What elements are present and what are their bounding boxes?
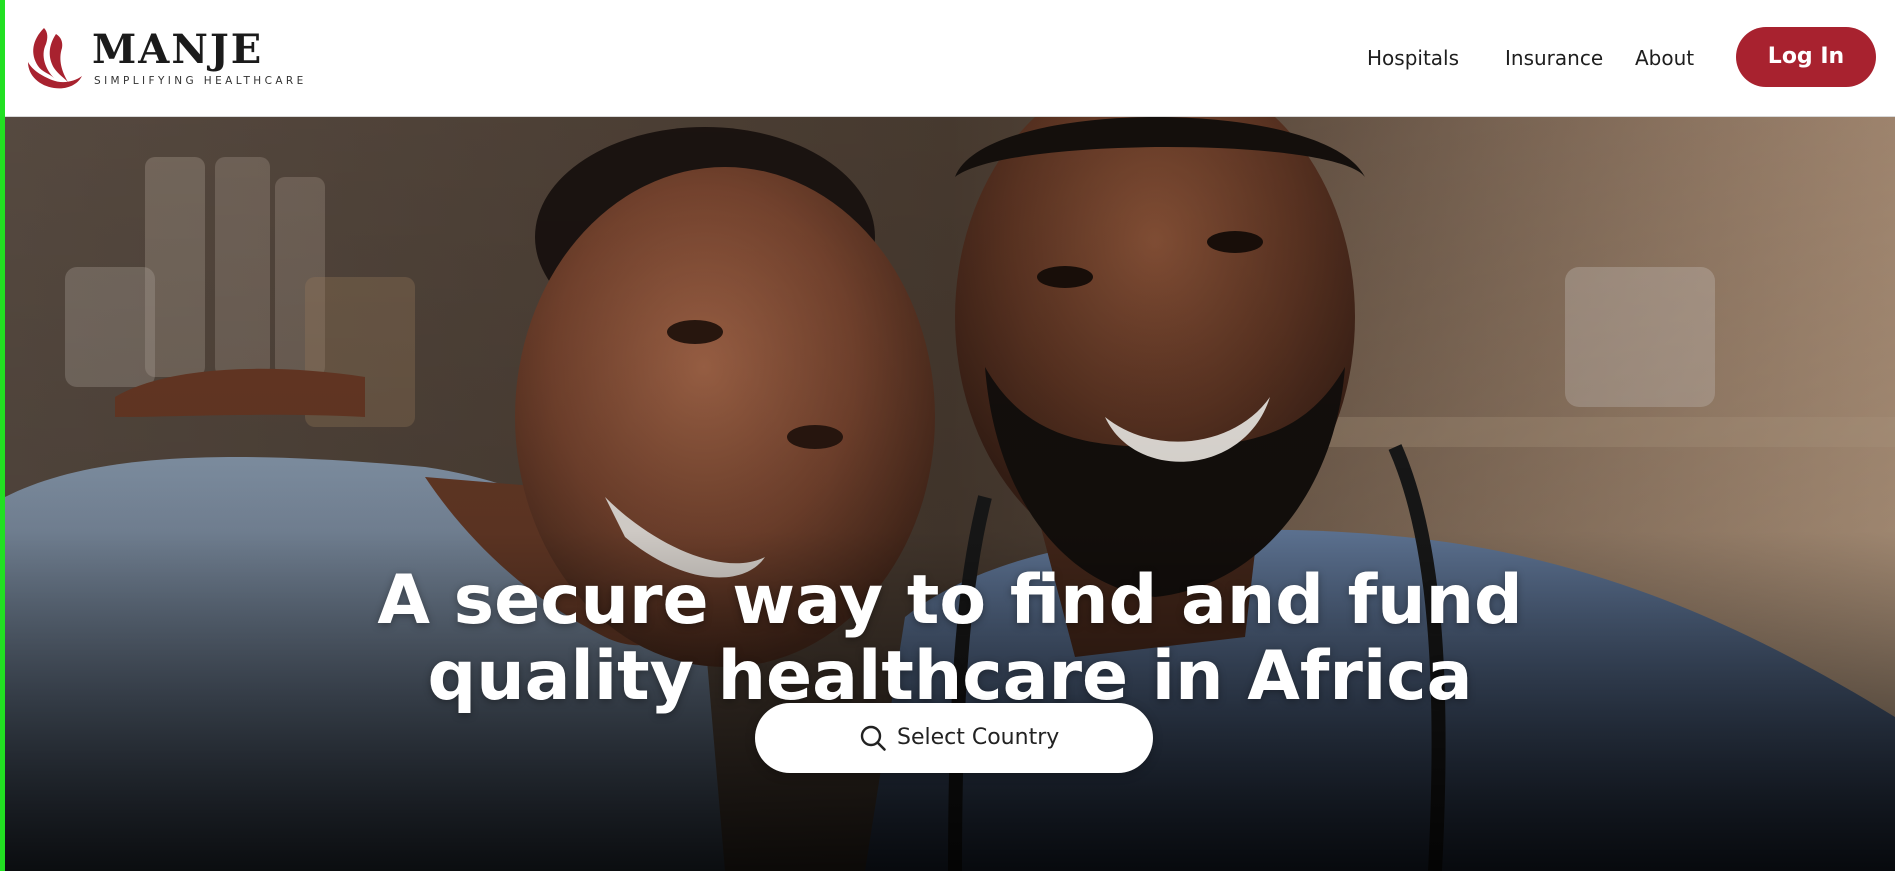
hero-headline: A secure way to find and fund quality he…	[350, 560, 1550, 715]
nav-insurance-link[interactable]: Insurance	[1505, 44, 1603, 72]
manje-logo[interactable]: MANJE SIMPLIFYING HEALTHCARE	[24, 26, 314, 92]
hero-section: A secure way to find and fund quality he…	[5, 117, 1895, 871]
flame-logo-icon	[28, 28, 82, 89]
page: MANJE SIMPLIFYING HEALTHCARE Hospitals I…	[0, 0, 1895, 871]
brand-tagline: SIMPLIFYING HEALTHCARE	[94, 75, 307, 87]
nav-about-link[interactable]: About	[1635, 44, 1694, 72]
hero-headline-line-1: A secure way to find and fund	[377, 560, 1523, 640]
site-header: MANJE SIMPLIFYING HEALTHCARE Hospitals I…	[5, 0, 1895, 117]
brand-name: MANJE	[92, 26, 264, 73]
nav-hospitals-link[interactable]: Hospitals	[1367, 44, 1459, 72]
login-button[interactable]: Log In	[1736, 27, 1876, 87]
select-country-label: Select Country	[897, 725, 1060, 750]
search-icon	[860, 725, 886, 751]
select-country-button[interactable]: Select Country	[755, 703, 1153, 773]
